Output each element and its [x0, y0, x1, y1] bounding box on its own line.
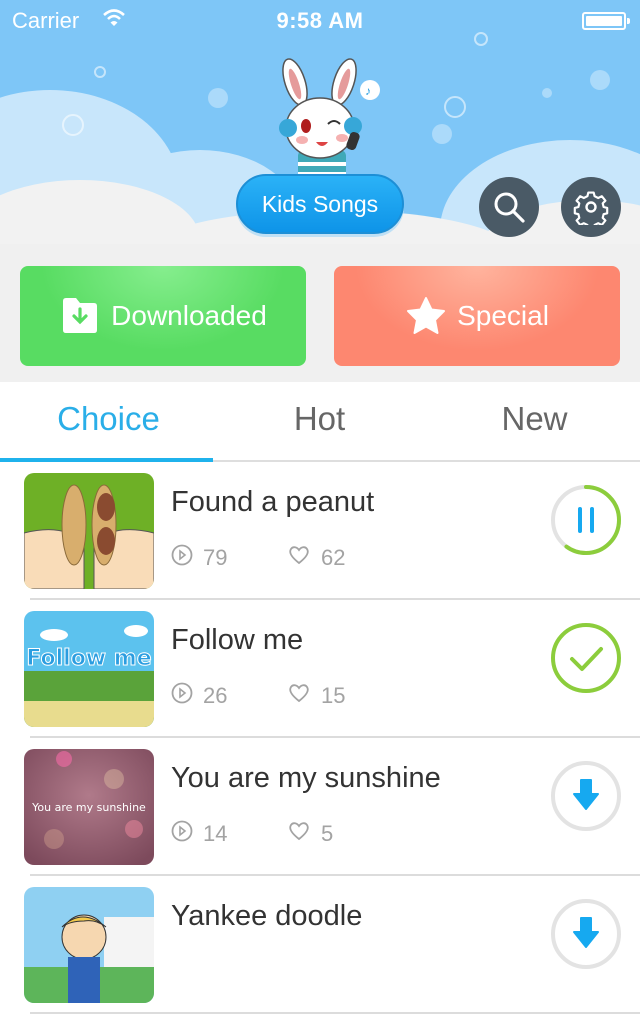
- song-row[interactable]: You are my sunshine You are my sunshine …: [0, 738, 640, 876]
- song-row[interactable]: Yankee doodle: [0, 876, 640, 1014]
- downloaded-label: Downloaded: [111, 300, 267, 331]
- play-count-icon: [171, 682, 193, 710]
- pause-download-button[interactable]: [550, 484, 622, 556]
- kids-songs-button[interactable]: Kids Songs: [236, 174, 404, 234]
- kids-songs-label: Kids Songs: [261, 190, 379, 217]
- download-arrow-icon: [551, 899, 621, 969]
- song-row[interactable]: Follow me Follow me 26 15: [0, 600, 640, 738]
- star-icon: [407, 297, 446, 334]
- battery-icon: [582, 12, 630, 30]
- clock: 9:58 AM: [276, 8, 364, 33]
- status-bar: Carrier 9:58 AM: [0, 0, 640, 40]
- download-button[interactable]: [550, 760, 622, 832]
- heart-icon: [287, 682, 311, 710]
- play-count: 26: [203, 683, 228, 708]
- settings-button[interactable]: [561, 177, 621, 237]
- svg-text:Follow me: Follow me: [26, 646, 151, 671]
- special-label: Special: [457, 300, 549, 331]
- gear-icon: [573, 191, 609, 225]
- song-thumbnail: [24, 473, 154, 589]
- search-icon: [494, 192, 525, 223]
- downloaded-check-button[interactable]: [550, 622, 622, 694]
- download-button[interactable]: [550, 898, 622, 970]
- tab-choice[interactable]: Choice: [2, 400, 215, 438]
- download-folder-icon: [63, 298, 98, 333]
- quick-actions: Downloaded Special: [0, 244, 640, 382]
- tab-bar: Choice Hot New: [0, 382, 640, 462]
- song-row[interactable]: Found a peanut 79 62: [0, 462, 640, 600]
- svg-text:♪: ♪: [365, 84, 371, 98]
- download-progress-ring: [551, 485, 621, 555]
- song-title: Found a peanut: [171, 486, 375, 518]
- song-title: Yankee doodle: [171, 900, 363, 932]
- play-count: 14: [203, 821, 228, 846]
- song-thumbnail: You are my sunshine: [24, 749, 154, 865]
- download-arrow-icon: [551, 761, 621, 831]
- song-thumbnail: Follow me: [24, 611, 154, 727]
- play-count-icon: [171, 820, 193, 848]
- check-icon: [551, 623, 621, 693]
- svg-text:You are my sunshine: You are my sunshine: [31, 801, 146, 814]
- like-count: 15: [321, 683, 346, 708]
- song-title: Follow me: [171, 624, 304, 656]
- song-title: You are my sunshine: [171, 762, 441, 794]
- like-count: 62: [321, 545, 346, 570]
- song-list: Found a peanut 79 62 Follow me Follow me…: [0, 462, 640, 1014]
- pause-icon: [578, 507, 594, 533]
- heart-icon: [287, 544, 311, 572]
- rabbit-mascot-icon: ♪: [279, 58, 380, 186]
- play-count: 79: [203, 545, 228, 570]
- downloaded-button[interactable]: Downloaded: [20, 266, 306, 366]
- header-banner: Carrier 9:58 AM ♪ Kids Songs: [0, 0, 640, 244]
- tab-new[interactable]: New: [428, 400, 640, 438]
- search-button[interactable]: [479, 177, 539, 237]
- heart-icon: [287, 820, 311, 848]
- song-thumbnail: [24, 887, 154, 1003]
- special-button[interactable]: Special: [334, 266, 620, 366]
- like-count: 5: [321, 821, 334, 846]
- play-count-icon: [171, 544, 193, 572]
- tab-hot[interactable]: Hot: [213, 400, 426, 438]
